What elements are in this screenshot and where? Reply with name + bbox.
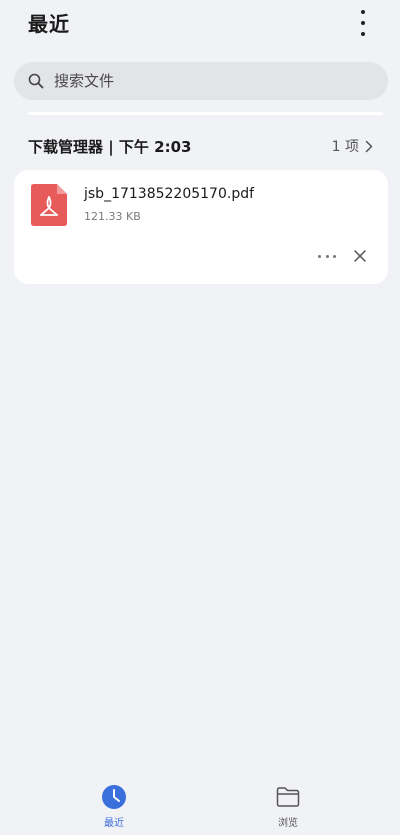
close-icon[interactable] bbox=[352, 248, 368, 264]
nav-label-recent: 最近 bbox=[104, 818, 124, 829]
search-icon bbox=[28, 73, 44, 89]
menu-dot bbox=[361, 21, 365, 25]
file-size: 121.33 KB bbox=[84, 210, 141, 223]
search-input[interactable] bbox=[52, 71, 336, 91]
more-horizontal-icon[interactable] bbox=[318, 249, 336, 263]
group-count-link[interactable]: 1 项 bbox=[332, 136, 373, 156]
menu-dot bbox=[325, 254, 329, 258]
bottom-nav: 最近 浏览 bbox=[0, 780, 400, 832]
chevron-right-icon bbox=[365, 140, 373, 153]
menu-dot bbox=[361, 32, 365, 36]
file-card[interactable]: jsb_1713852205170.pdf 121.33 KB bbox=[14, 170, 388, 284]
pdf-file-icon bbox=[31, 184, 67, 226]
more-options-icon[interactable] bbox=[352, 10, 374, 36]
menu-dot bbox=[361, 10, 365, 14]
group-header: 下载管理器 | 下午 2:03 1 项 bbox=[28, 134, 373, 158]
group-title: 下载管理器 | 下午 2:03 bbox=[28, 137, 192, 156]
file-name: jsb_1713852205170.pdf bbox=[84, 186, 255, 202]
search-bar[interactable] bbox=[14, 62, 388, 100]
group-count-label: 1 项 bbox=[331, 139, 359, 155]
clock-icon bbox=[101, 784, 127, 810]
menu-dot bbox=[318, 254, 321, 258]
menu-dot bbox=[333, 254, 336, 258]
nav-item-recent[interactable]: 最近 bbox=[84, 784, 144, 829]
divider bbox=[28, 112, 383, 115]
nav-label-browse: 浏览 bbox=[278, 818, 298, 829]
nav-item-browse[interactable]: 浏览 bbox=[258, 784, 318, 829]
page-title: 最近 bbox=[28, 12, 70, 36]
folder-icon bbox=[275, 784, 301, 810]
